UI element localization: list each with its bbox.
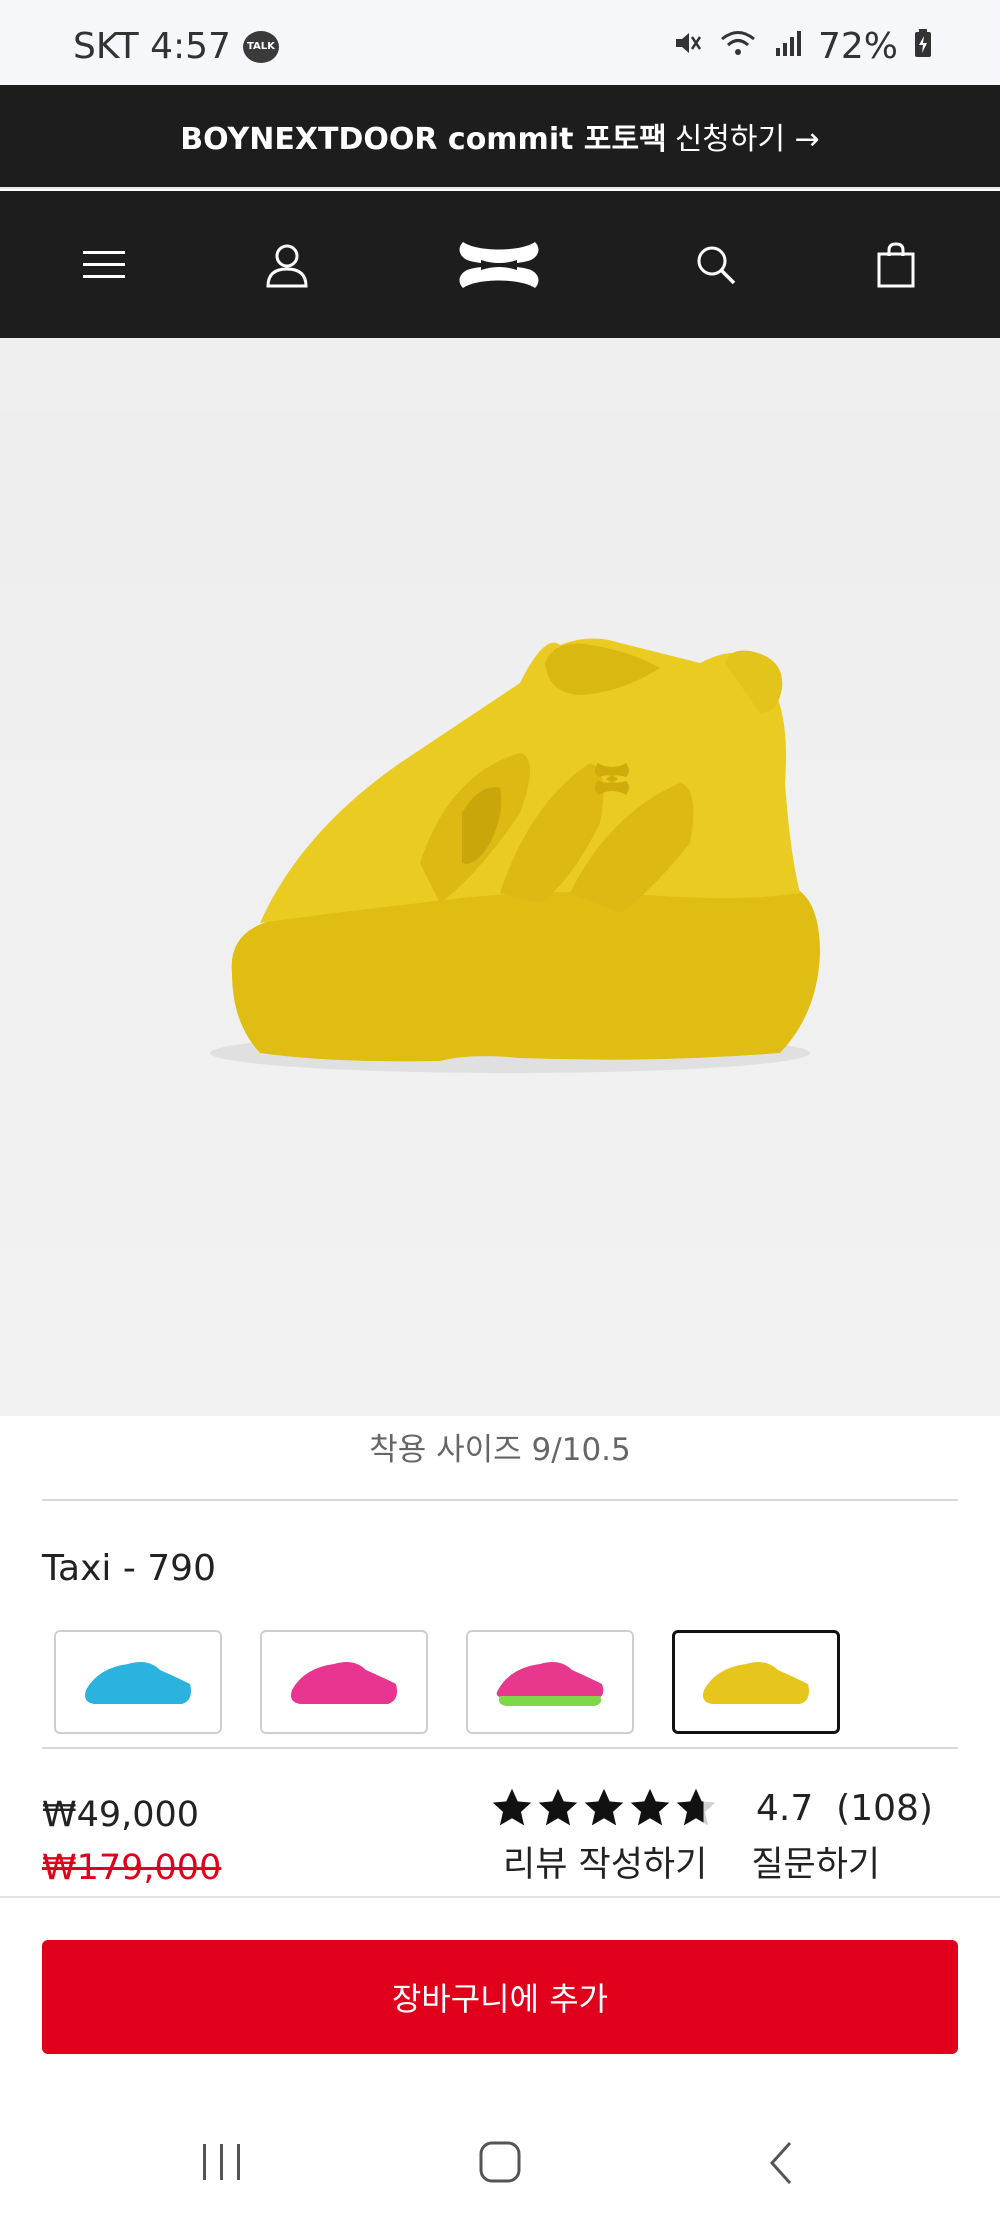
- original-price: ₩179,000: [42, 1848, 222, 1888]
- battery-percent: 72%: [817, 26, 898, 67]
- rating-number: 4.7: [756, 1787, 814, 1829]
- header-nav: [0, 191, 1000, 338]
- swatch-pink[interactable]: [260, 1630, 428, 1734]
- swatch-pink-green[interactable]: [466, 1630, 634, 1734]
- promo-action: 신청하기 →: [674, 122, 820, 157]
- rating-stars: [490, 1786, 718, 1830]
- wifi-icon: [718, 26, 758, 67]
- shopping-bag-icon[interactable]: [876, 241, 916, 288]
- signal-icon: [774, 26, 802, 67]
- review-links: 리뷰 작성하기 질문하기: [503, 1836, 880, 1887]
- divider: [42, 1499, 958, 1501]
- home-icon[interactable]: [478, 2140, 522, 2188]
- swatch-yellow-selected[interactable]: [672, 1630, 840, 1734]
- battery-charging-icon: [914, 26, 932, 67]
- image-top-strip: [0, 338, 1000, 413]
- promo-banner[interactable]: BOYNEXTDOOR commit 포토팩 신청하기 →: [0, 85, 1000, 189]
- recent-apps-icon[interactable]: [200, 2142, 244, 2186]
- search-icon[interactable]: [695, 244, 737, 286]
- star-icon: [630, 1788, 670, 1826]
- add-to-cart-button[interactable]: 장바구니에 추가: [42, 1940, 958, 2054]
- color-name: Taxi - 790: [42, 1548, 216, 1589]
- system-nav-bar: [0, 2100, 1000, 2222]
- rating-value: 4.7 (108): [756, 1788, 933, 1829]
- star-icon: [584, 1788, 624, 1826]
- menu-icon[interactable]: [82, 248, 126, 282]
- swatch-blue[interactable]: [54, 1630, 222, 1734]
- status-left: SKT 4:57 TALK: [73, 26, 279, 67]
- mute-icon: [672, 26, 702, 67]
- star-half-icon: [676, 1788, 716, 1826]
- write-review-link[interactable]: 리뷰 작성하기: [503, 1836, 707, 1887]
- star-icon: [492, 1788, 532, 1826]
- back-icon[interactable]: [766, 2140, 796, 2190]
- under-armour-logo[interactable]: [455, 238, 543, 292]
- kakao-talk-icon: TALK: [242, 30, 279, 63]
- status-bar: SKT 4:57 TALK 72%: [0, 0, 1000, 85]
- sale-price: ₩49,000: [42, 1795, 200, 1835]
- review-count: (108): [836, 1787, 933, 1829]
- status-right: 72%: [672, 26, 932, 67]
- carrier-time: SKT 4:57: [73, 26, 231, 67]
- promo-title: BOYNEXTDOOR commit 포토팩: [180, 122, 667, 157]
- account-icon[interactable]: [264, 242, 310, 288]
- product-image[interactable]: [0, 413, 1000, 1416]
- star-icon: [538, 1788, 578, 1826]
- footer-divider: [0, 1896, 1000, 1898]
- divider: [42, 1747, 958, 1749]
- ask-question-link[interactable]: 질문하기: [751, 1836, 880, 1887]
- rating-summary[interactable]: 4.7 (108): [490, 1786, 933, 1830]
- color-swatches: [54, 1630, 840, 1734]
- fit-size-label: 착용 사이즈 9/10.5: [369, 1432, 631, 1468]
